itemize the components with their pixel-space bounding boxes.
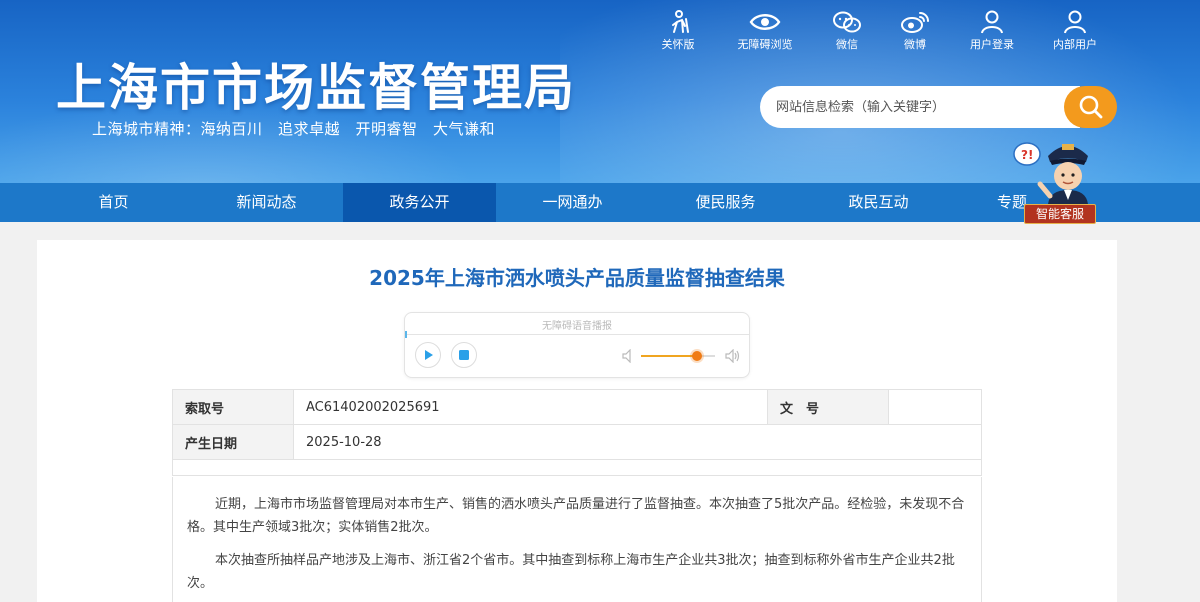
stop-button[interactable] bbox=[451, 342, 477, 368]
smart-assistant-badge[interactable]: 智能客服 bbox=[1024, 204, 1096, 224]
nav-item-home[interactable]: 首页 bbox=[37, 183, 190, 222]
audio-player-caption: 无障碍语音播报 bbox=[542, 321, 612, 332]
volume-slider-fill bbox=[641, 355, 697, 357]
search-icon bbox=[1079, 95, 1102, 119]
nav-item-online-services[interactable]: 一网通办 bbox=[496, 183, 649, 222]
metadata-row: 产生日期 2025-10-28 bbox=[172, 424, 982, 460]
article-paragraph: 近期，上海市市场监督管理局对本市生产、销售的洒水喷头产品质量进行了监督抽查。本次… bbox=[187, 497, 965, 535]
date-label: 产生日期 bbox=[172, 424, 294, 460]
accessibility-link[interactable]: 无障碍浏览 bbox=[725, 8, 805, 56]
svg-text:?!: ?! bbox=[1021, 148, 1033, 162]
nav-item-government-affairs[interactable]: 政务公开 bbox=[343, 183, 496, 222]
internal-user-icon bbox=[1064, 10, 1086, 34]
volume-slider-knob[interactable] bbox=[691, 351, 702, 361]
site-title[interactable]: 上海市市场监督管理局 bbox=[56, 48, 576, 120]
search-box bbox=[760, 86, 1080, 128]
user-icon bbox=[981, 10, 1003, 34]
volume-slider[interactable] bbox=[641, 351, 715, 361]
top-utility-links: 关怀版 无障碍浏览 微信 微博 用户登录 内部用户 bbox=[650, 8, 1120, 56]
metadata-row: 索取号 AC61402002025691 文 号 bbox=[172, 389, 982, 425]
stop-icon bbox=[459, 350, 469, 360]
document-number-label: 文 号 bbox=[767, 389, 889, 425]
article-title: 2025年上海市洒水喷头产品质量监督抽查结果 bbox=[369, 266, 785, 290]
search-button[interactable] bbox=[1064, 86, 1117, 128]
weibo-link[interactable]: 微博 bbox=[875, 8, 955, 56]
article-container: 2025年上海市洒水喷头产品质量监督抽查结果 无障碍语音播报 索取号 AC614… bbox=[37, 240, 1117, 602]
audio-progress-track[interactable] bbox=[405, 331, 749, 338]
user-login-label: 用户登录 bbox=[970, 38, 1014, 51]
date-value: 2025-10-28 bbox=[293, 424, 982, 460]
internal-user-link[interactable]: 内部用户 bbox=[1035, 8, 1115, 56]
weibo-label: 微博 bbox=[904, 38, 926, 51]
nav-item-news[interactable]: 新闻动态 bbox=[190, 183, 343, 222]
index-number-label: 索取号 bbox=[172, 389, 294, 425]
volume-high-icon[interactable] bbox=[725, 349, 741, 363]
document-number-value bbox=[888, 389, 982, 425]
user-login-link[interactable]: 用户登录 bbox=[952, 8, 1032, 56]
article-metadata-table: 索取号 AC61402002025691 文 号 产生日期 2025-10-28 bbox=[172, 389, 982, 476]
play-icon bbox=[425, 350, 433, 360]
metadata-spacer-row bbox=[172, 459, 982, 476]
article-body: 近期，上海市市场监督管理局对本市生产、销售的洒水喷头产品质量进行了监督抽查。本次… bbox=[172, 477, 982, 602]
audio-player: 无障碍语音播报 bbox=[404, 312, 750, 378]
audio-progress-marker bbox=[405, 331, 407, 338]
search-input[interactable] bbox=[776, 99, 1066, 115]
metadata-spacer bbox=[172, 459, 982, 476]
article-paragraph: 本次抽查所抽样品产地涉及上海市、浙江省2个省市。其中抽查到标称上海市生产企业共3… bbox=[187, 553, 955, 591]
nav-item-interaction[interactable]: 政民互动 bbox=[802, 183, 955, 222]
index-number-value: AC61402002025691 bbox=[293, 389, 768, 425]
city-slogan: 上海城市精神：海纳百川 追求卓越 开明睿智 大气谦和 bbox=[92, 120, 496, 138]
accessibility-label: 无障碍浏览 bbox=[737, 38, 793, 51]
wechat-icon bbox=[833, 11, 861, 33]
elderly-care-icon bbox=[672, 10, 689, 33]
elderly-care-link[interactable]: 关怀版 bbox=[638, 8, 718, 56]
volume-low-icon[interactable] bbox=[622, 349, 634, 363]
internal-user-label: 内部用户 bbox=[1053, 38, 1097, 51]
weibo-icon bbox=[901, 12, 929, 33]
nav-item-public-services[interactable]: 便民服务 bbox=[649, 183, 802, 222]
eye-icon bbox=[749, 14, 781, 30]
play-button[interactable] bbox=[415, 342, 441, 368]
elderly-care-label: 关怀版 bbox=[661, 38, 695, 51]
